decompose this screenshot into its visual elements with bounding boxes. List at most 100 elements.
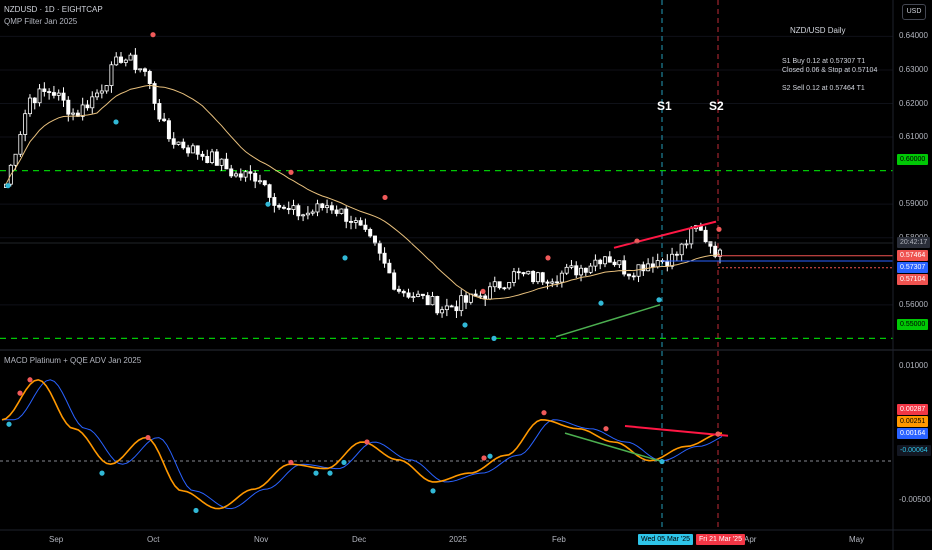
candle-body [440, 309, 445, 314]
candle-body [363, 224, 368, 230]
candle-body [497, 281, 502, 289]
time-axis-label: Sep [49, 535, 64, 544]
candle-body [37, 88, 42, 104]
candle-body [401, 290, 406, 294]
candle-body [449, 305, 454, 308]
note-line-3: S2 Sell 0.12 at 0.57464 T1 [782, 85, 865, 92]
macd-buy-dot [659, 458, 665, 465]
indicator-title[interactable]: QMP Filter Jan 2025 [4, 17, 77, 26]
candle-body [555, 281, 560, 284]
candle-body [267, 184, 272, 198]
price-tick-label: 0.59000 [899, 199, 928, 209]
candle-body [23, 113, 28, 135]
candle-body [593, 259, 598, 267]
sell-signal-dot [716, 226, 722, 232]
buy-signal-dot [5, 183, 11, 189]
currency-button[interactable]: USD [902, 4, 926, 20]
candle-body [406, 292, 411, 298]
macd-tag: 0.00287 [897, 404, 929, 415]
candle-body [487, 286, 492, 300]
candle-body [454, 306, 459, 312]
macd-tag: 0.00164 [897, 428, 929, 439]
macd-buy-dot [341, 459, 347, 466]
candle-body [631, 275, 636, 278]
buy-signal-dot [598, 300, 604, 306]
time-axis-label: Nov [254, 535, 269, 544]
candle-body [564, 266, 569, 274]
candle-body [181, 141, 186, 149]
candle-body [516, 271, 521, 274]
signal-s1-label: S1 [657, 99, 672, 113]
candle-body [61, 92, 66, 101]
candle-body [358, 220, 363, 226]
candle-body [416, 293, 421, 297]
time-axis-label: Dec [352, 535, 367, 544]
candle-body [368, 229, 373, 237]
macd-sell-dot [145, 434, 151, 441]
candle-body [257, 180, 262, 183]
candle-body [119, 56, 124, 63]
candle-body [425, 295, 430, 306]
candle-body [535, 272, 540, 283]
macd-buy-dot [430, 488, 436, 494]
candle-body [171, 138, 176, 145]
macd-buy-dot [327, 470, 333, 476]
candle-body [186, 147, 191, 154]
candle-body [492, 281, 497, 288]
candle-body [219, 158, 224, 166]
candle-body [349, 220, 354, 223]
macd-buy-dot [6, 421, 12, 427]
macd-buy-dot [193, 507, 199, 514]
candle-body [195, 145, 200, 155]
sell-signal-dot [382, 194, 388, 201]
time-axis-label: Apr [744, 535, 757, 544]
sell-signal-dot [480, 288, 486, 295]
candle-body [13, 153, 18, 166]
candle-body [339, 208, 344, 214]
candle-body [310, 211, 315, 214]
candle-body [617, 260, 622, 266]
candle-body [550, 281, 555, 284]
candle-body [521, 272, 526, 275]
candle-body [114, 56, 119, 66]
note-line-2: Closed 0.06 & Stop at 0.57104 [782, 67, 878, 74]
candle-body [372, 235, 377, 244]
price-tick-label: 0.64000 [899, 31, 928, 41]
candle-body [214, 151, 219, 166]
price-tag: 0.57104 [897, 274, 929, 285]
candle-body [325, 205, 330, 209]
notes-title: NZD/USD Daily [790, 26, 846, 35]
buy-signal-dot [656, 297, 662, 303]
candle-body [655, 260, 660, 268]
candle-body [142, 68, 147, 72]
candle-body [684, 243, 689, 246]
candle-body [334, 209, 339, 214]
candle-body [478, 295, 483, 298]
macd-tag: 0.00251 [897, 416, 929, 427]
candle-body [646, 263, 651, 272]
candle-body [66, 99, 71, 115]
candle-body [483, 295, 488, 300]
candle-body [670, 253, 675, 267]
candle-body [32, 97, 37, 104]
candle-body [281, 206, 286, 209]
symbol-title[interactable]: NZDUSD · 1D · EIGHTCAP [4, 5, 103, 14]
candle-body [157, 103, 162, 120]
chart-canvas[interactable] [0, 0, 932, 550]
candle-body [574, 265, 579, 276]
sell-signal-dot [288, 169, 294, 175]
candle-body [526, 270, 531, 275]
candle-body [128, 54, 133, 61]
candle-body [444, 305, 449, 311]
candle-body [162, 118, 167, 122]
candle-body [579, 267, 584, 276]
candle-body [641, 264, 646, 272]
macd-title[interactable]: MACD Platinum + QQE ADV Jan 2025 [4, 356, 141, 365]
candle-body [238, 173, 243, 178]
candle-body [502, 287, 507, 290]
candle-body [234, 173, 239, 177]
candle-body [377, 242, 382, 254]
candle-body [387, 262, 392, 274]
macd-buy-dot [99, 470, 105, 476]
price-tag: 0.57464 [897, 250, 929, 261]
